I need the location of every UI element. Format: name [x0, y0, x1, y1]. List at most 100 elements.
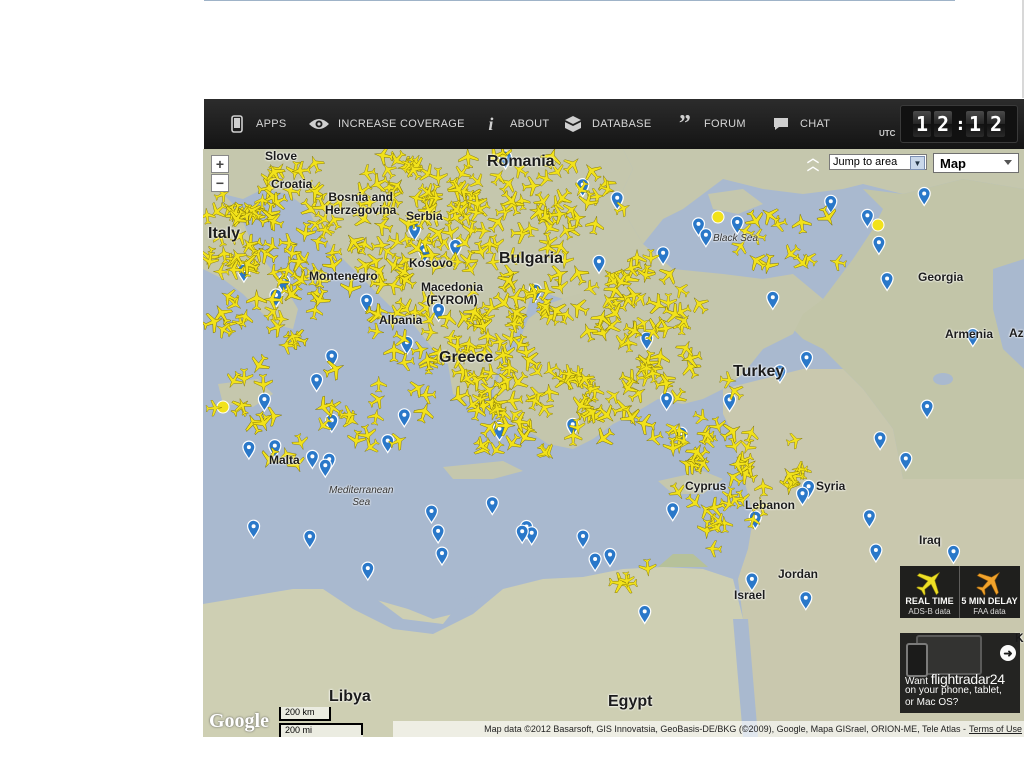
plane-icon[interactable]: [412, 400, 437, 425]
label-israel: Israel: [734, 588, 766, 602]
plane-icon[interactable]: [253, 373, 273, 393]
zoom-out-button[interactable]: −: [211, 174, 229, 192]
plane-icon[interactable]: [687, 292, 713, 318]
plane-icon[interactable]: [428, 167, 448, 186]
plane-icon[interactable]: [584, 214, 606, 236]
jump-to-area-select[interactable]: Jump to area ▼: [829, 154, 927, 170]
plane-icon[interactable]: [638, 558, 657, 577]
nav-about[interactable]: i ABOUT: [480, 99, 549, 149]
plane-icon[interactable]: [642, 249, 660, 266]
clock-digit: 2: [987, 111, 1005, 137]
nav-chat[interactable]: CHAT: [770, 99, 830, 149]
plane-icon[interactable]: [290, 432, 311, 453]
plane-icon[interactable]: [383, 340, 405, 363]
nav-apps[interactable]: APPS: [226, 99, 287, 149]
promo-line3: or Mac OS?: [905, 697, 959, 708]
plane-icon[interactable]: [358, 163, 377, 182]
label-serbia: Serbia: [406, 209, 443, 223]
jump-to-area-value: Jump to area: [833, 156, 898, 168]
scale-tick: [329, 707, 331, 721]
plane-icon[interactable]: [791, 213, 813, 235]
plane-icon[interactable]: [705, 540, 723, 558]
plane-icon[interactable]: [324, 244, 343, 262]
plane-icon[interactable]: [828, 253, 847, 272]
plane-icon[interactable]: [203, 245, 221, 268]
nav-label: APPS: [256, 118, 287, 130]
plane-icon[interactable]: [564, 428, 583, 447]
nav-forum[interactable]: ” FORUM: [674, 99, 746, 149]
plane-icon[interactable]: [312, 414, 335, 437]
plane-icon[interactable]: [473, 221, 491, 239]
chevron-down-icon: ▼: [910, 156, 925, 170]
plane-icon[interactable]: [346, 429, 367, 450]
plane-icon[interactable]: [263, 289, 284, 310]
plane-icon[interactable]: [246, 351, 273, 378]
plane-icon[interactable]: [754, 478, 773, 497]
label-az: Az: [1009, 326, 1024, 340]
delay-subtitle: FAA data: [973, 607, 1006, 616]
plane-icon[interactable]: [305, 302, 324, 321]
nav-database[interactable]: DATABASE: [562, 99, 651, 149]
plane-icon[interactable]: [386, 429, 409, 452]
plane-icon[interactable]: [559, 152, 584, 177]
utc-clock: 1 2 : 1 2: [900, 105, 1018, 143]
plane-icon[interactable]: [655, 261, 683, 289]
plane-icon[interactable]: [234, 307, 256, 329]
plane-icon[interactable]: [246, 289, 267, 311]
plane-icon[interactable]: [814, 203, 841, 230]
plane-icon[interactable]: [213, 263, 230, 280]
label-syria: Syria: [816, 479, 846, 493]
plane-icon[interactable]: [590, 423, 619, 452]
zoom-in-button[interactable]: +: [211, 155, 229, 173]
plane-icon[interactable]: [691, 407, 712, 428]
plane-icon[interactable]: [682, 490, 706, 514]
plane-icon[interactable]: [205, 400, 223, 417]
google-logo[interactable]: Google: [209, 710, 269, 733]
plane-icon[interactable]: [435, 306, 459, 330]
collapse-chevron-icon[interactable]: ︿ ︿: [806, 152, 820, 172]
plane-icon[interactable]: [365, 388, 389, 412]
terms-of-use-link[interactable]: Terms of Use: [969, 724, 1022, 734]
plane-icon[interactable]: [743, 511, 762, 530]
flight-map[interactable]: Romania Slove Croatia Bosnia and Herzego…: [203, 149, 1024, 737]
label-slovenia: Slove: [265, 149, 298, 163]
arrow-right-icon[interactable]: ➜: [1000, 645, 1016, 661]
clock-digit: 2: [934, 111, 952, 137]
plane-icon[interactable]: [420, 323, 439, 341]
plane-icon[interactable]: [304, 153, 326, 175]
label-albania: Albania: [379, 313, 423, 327]
label-bulgaria: Bulgaria: [499, 250, 564, 267]
plane-icon: [916, 572, 940, 596]
plane-icon[interactable]: [494, 415, 516, 437]
clock-separator: :: [955, 113, 966, 135]
app-promo-banner[interactable]: ➜ Want flightradar24 on your phone, tabl…: [900, 633, 1020, 713]
label-bosnia: Bosnia and Herzegovina: [325, 190, 397, 217]
label-cyprus: Cyprus: [685, 479, 727, 493]
nav-label: CHAT: [800, 118, 831, 130]
plane-icon[interactable]: [395, 352, 415, 372]
plane-icon[interactable]: [370, 376, 387, 393]
plane-icon[interactable]: [798, 248, 820, 270]
plane-icon[interactable]: [565, 261, 591, 287]
plane-icon[interactable]: [494, 341, 517, 364]
plane-icon[interactable]: [666, 385, 690, 409]
plane-icon[interactable]: [535, 280, 557, 302]
plane-icon[interactable]: [458, 149, 479, 169]
map-type-select[interactable]: Map: [933, 153, 1019, 173]
nav-label: ABOUT: [510, 118, 550, 130]
label-black-sea: Black Sea: [713, 233, 759, 244]
label-jordan: Jordan: [778, 567, 819, 581]
plane-icon[interactable]: [306, 285, 333, 312]
plane-icon[interactable]: [785, 431, 805, 451]
label-libya: Libya: [329, 688, 371, 705]
plane-icon[interactable]: [367, 408, 386, 427]
nav-increase-coverage[interactable]: INCREASE COVERAGE: [308, 99, 465, 149]
plane-icon[interactable]: [321, 356, 348, 383]
plane-icon[interactable]: [531, 189, 554, 212]
label-romania: Romania: [487, 153, 555, 170]
plane-icon[interactable]: [235, 368, 254, 387]
plane-icon[interactable]: [466, 170, 489, 193]
plane-icon[interactable]: [612, 198, 633, 219]
plane-icon[interactable]: [312, 394, 337, 419]
plane-icon[interactable]: [533, 441, 555, 463]
